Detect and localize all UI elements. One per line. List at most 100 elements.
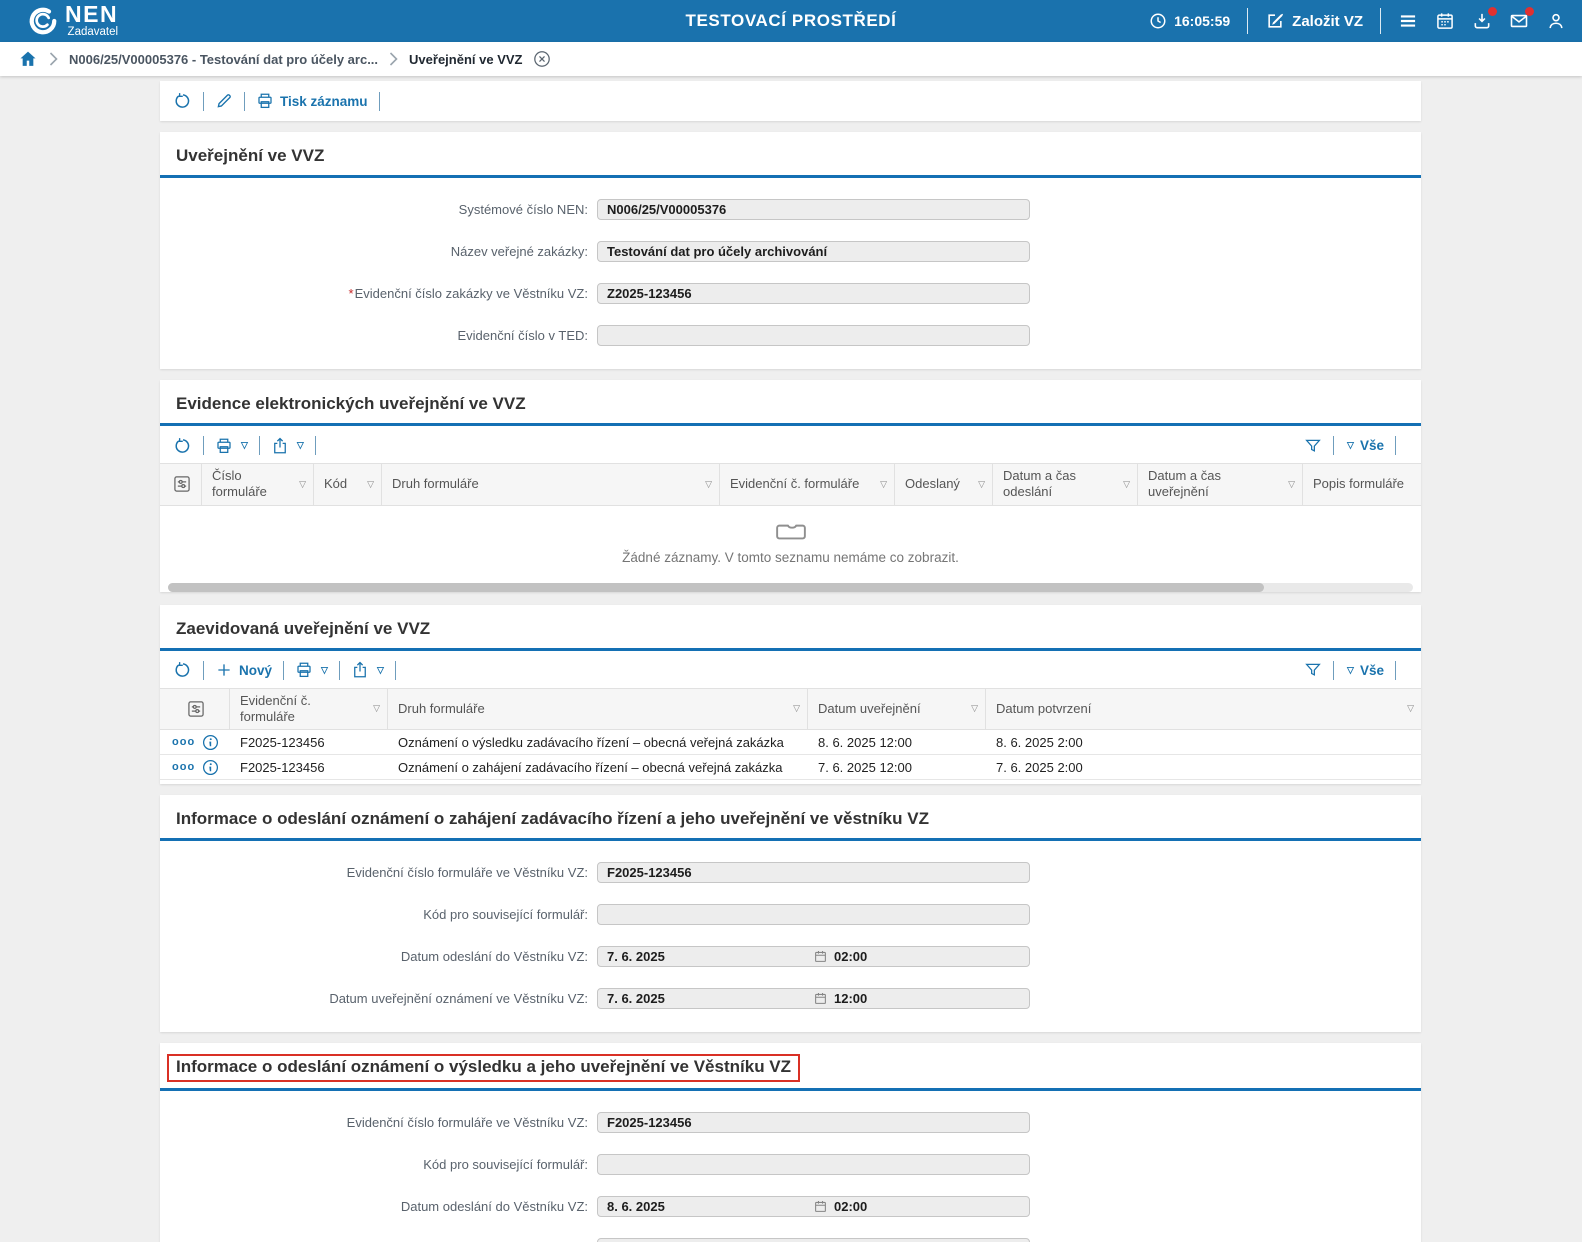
calendar-picker-icon[interactable] xyxy=(814,950,827,963)
filter-button[interactable] xyxy=(1304,437,1322,455)
form-row: *Evidenční číslo zakázky ve Věstníku VZ:… xyxy=(160,283,1421,304)
column-header[interactable]: Evidenční č. formuláře ▽ xyxy=(720,464,895,505)
column-filter-icon[interactable]: ▽ xyxy=(788,703,800,714)
section-title: Evidence elektronických uveřejnění ve VV… xyxy=(176,394,526,413)
column-header[interactable]: Popis formuláře xyxy=(1303,464,1421,505)
export-menu-button[interactable]: ▽ xyxy=(271,437,304,455)
row-menu-button[interactable]: ooo xyxy=(172,736,195,748)
field-label: Datum odeslání do Věstníku VZ: xyxy=(400,1199,588,1214)
field-label: Datum odeslání do Věstníku VZ: xyxy=(400,949,588,964)
contract-name-field[interactable]: Testování dat pro účely archivování xyxy=(597,241,1030,262)
related-form-code-field[interactable] xyxy=(597,904,1030,925)
column-filter-icon[interactable]: ▽ xyxy=(875,479,887,490)
column-header[interactable]: Evidenční č. formuláře ▽ xyxy=(230,688,388,729)
divider xyxy=(394,660,396,680)
messages-button[interactable] xyxy=(1509,7,1534,31)
downloads-button[interactable] xyxy=(1472,7,1497,31)
nen-brand[interactable]: NEN Zadavatel xyxy=(28,3,118,39)
column-header[interactable]: Odeslaný ▽ xyxy=(895,464,993,505)
field-label: Evidenční číslo formuláře ve Věstníku VZ… xyxy=(346,1115,588,1130)
column-header[interactable]: Kód ▽ xyxy=(314,464,382,505)
divider xyxy=(1333,436,1335,455)
column-settings-button[interactable] xyxy=(160,688,230,729)
form-row: Datum uveřejnění oznámení ve Věstníku VZ… xyxy=(160,988,1421,1009)
column-header[interactable]: Datum a čas uveřejnění ▽ xyxy=(1138,464,1303,505)
print-menu-button[interactable]: ▽ xyxy=(215,437,248,455)
related-form-code-field[interactable] xyxy=(597,1154,1030,1175)
divider xyxy=(1247,8,1249,34)
filter-preset-dropdown[interactable]: ▽ Vše xyxy=(1345,438,1384,453)
column-filter-icon[interactable]: ▽ xyxy=(700,479,712,490)
section-title: Uveřejnění ve VVZ xyxy=(176,146,325,165)
form-number-field[interactable]: F2025-123456 xyxy=(597,1112,1030,1133)
registered-table-toolbar: Nový ▽ ▽ ▽ Vše xyxy=(160,651,1421,688)
field-label: Datum uveřejnění oznámení ve Věstníku VZ… xyxy=(329,991,588,1006)
column-settings-button[interactable] xyxy=(160,464,202,505)
published-datetime-field[interactable]: 7. 6. 2025 12:00 xyxy=(597,988,1030,1009)
table-row[interactable]: ooo F2025-123456 Oznámení o výsledku zad… xyxy=(160,730,1421,755)
filter-button[interactable] xyxy=(1304,661,1322,679)
breadcrumb-item-case[interactable]: N006/25/V00005376 - Testování dat pro úč… xyxy=(69,52,378,67)
column-header[interactable]: Datum potvrzení ▽ xyxy=(986,689,1421,730)
export-menu-button[interactable]: ▽ xyxy=(351,661,384,679)
field-label: Kód pro související formulář: xyxy=(423,1157,588,1172)
home-button[interactable] xyxy=(18,49,38,69)
info-icon[interactable] xyxy=(202,759,219,776)
calendar-picker-icon[interactable] xyxy=(814,1200,827,1213)
date-value: 7. 6. 2025 xyxy=(607,991,665,1006)
calendar-picker-icon[interactable] xyxy=(814,992,827,1005)
column-filter-icon[interactable]: ▽ xyxy=(1283,479,1295,490)
divider xyxy=(1380,8,1381,34)
row-menu-button[interactable]: ooo xyxy=(172,761,195,773)
column-filter-icon[interactable]: ▽ xyxy=(966,703,978,714)
column-filter-icon[interactable]: ▽ xyxy=(368,703,380,714)
column-header[interactable]: Datum uveřejnění ▽ xyxy=(808,688,986,729)
sent-datetime-field[interactable]: 8. 6. 2025 02:00 xyxy=(597,1196,1030,1217)
info-icon[interactable] xyxy=(202,734,219,751)
refresh-icon xyxy=(175,437,190,453)
column-filter-icon[interactable]: ▽ xyxy=(294,479,306,490)
form-number-field[interactable]: F2025-123456 xyxy=(597,862,1030,883)
field-label: Evidenční číslo formuláře ve Věstníku VZ… xyxy=(346,865,588,880)
create-vz-button[interactable]: Založit VZ xyxy=(1265,11,1363,31)
column-header[interactable]: Druh formuláře ▽ xyxy=(388,688,808,729)
new-record-button[interactable]: Nový xyxy=(215,661,272,679)
environment-title: TESTOVACÍ PROSTŘEDÍ xyxy=(685,11,897,30)
system-number-field[interactable]: N006/25/V00005376 xyxy=(597,199,1030,220)
refresh-button[interactable] xyxy=(174,92,192,110)
refresh-icon xyxy=(175,662,190,677)
column-header[interactable]: Druh formuláře ▽ xyxy=(382,464,720,505)
divider xyxy=(283,660,285,680)
horizontal-scrollbar[interactable] xyxy=(168,582,1413,592)
form-row: Kód pro související formulář: xyxy=(160,904,1421,925)
ted-number-field[interactable] xyxy=(597,325,1030,346)
column-filter-icon[interactable]: ▽ xyxy=(362,479,374,490)
clock-widget: 16:05:59 xyxy=(1149,12,1230,30)
divider xyxy=(203,660,204,680)
print-record-button[interactable]: Tisk záznamu xyxy=(256,92,368,110)
column-header[interactable]: Číslo formuláře ▽ xyxy=(202,464,314,505)
field-label: Název veřejné zakázky: xyxy=(450,244,588,259)
printer-icon xyxy=(217,438,231,453)
section-evidence-table: Evidence elektronických uveřejnění ve VV… xyxy=(160,380,1421,592)
edit-button[interactable] xyxy=(215,92,233,110)
calendar-button[interactable] xyxy=(1435,11,1455,31)
scrollbar-thumb[interactable] xyxy=(168,582,1264,592)
refresh-button[interactable] xyxy=(174,661,192,679)
date-value: 8. 6. 2025 xyxy=(607,1199,665,1214)
column-filter-icon[interactable]: ▽ xyxy=(1402,703,1414,714)
profile-button[interactable] xyxy=(1546,11,1566,31)
refresh-button[interactable] xyxy=(174,437,192,455)
time-value: 02:00 xyxy=(834,1199,868,1214)
vvz-number-field[interactable]: Z2025-123456 xyxy=(597,283,1030,304)
filter-preset-dropdown[interactable]: ▽ Vše xyxy=(1345,663,1384,678)
column-header[interactable]: Datum a čas odeslání ▽ xyxy=(993,464,1138,505)
published-datetime-field[interactable]: 8. 6. 2025 12:00 xyxy=(597,1238,1030,1242)
sent-datetime-field[interactable]: 7. 6. 2025 02:00 xyxy=(597,946,1030,967)
menu-button[interactable] xyxy=(1398,11,1418,31)
table-row[interactable]: ooo F2025-123456 Oznámení o zahájení zad… xyxy=(160,755,1421,780)
print-menu-button[interactable]: ▽ xyxy=(295,661,328,679)
column-filter-icon[interactable]: ▽ xyxy=(973,479,985,490)
column-filter-icon[interactable]: ▽ xyxy=(1118,479,1130,490)
close-tab-button[interactable] xyxy=(533,50,551,68)
